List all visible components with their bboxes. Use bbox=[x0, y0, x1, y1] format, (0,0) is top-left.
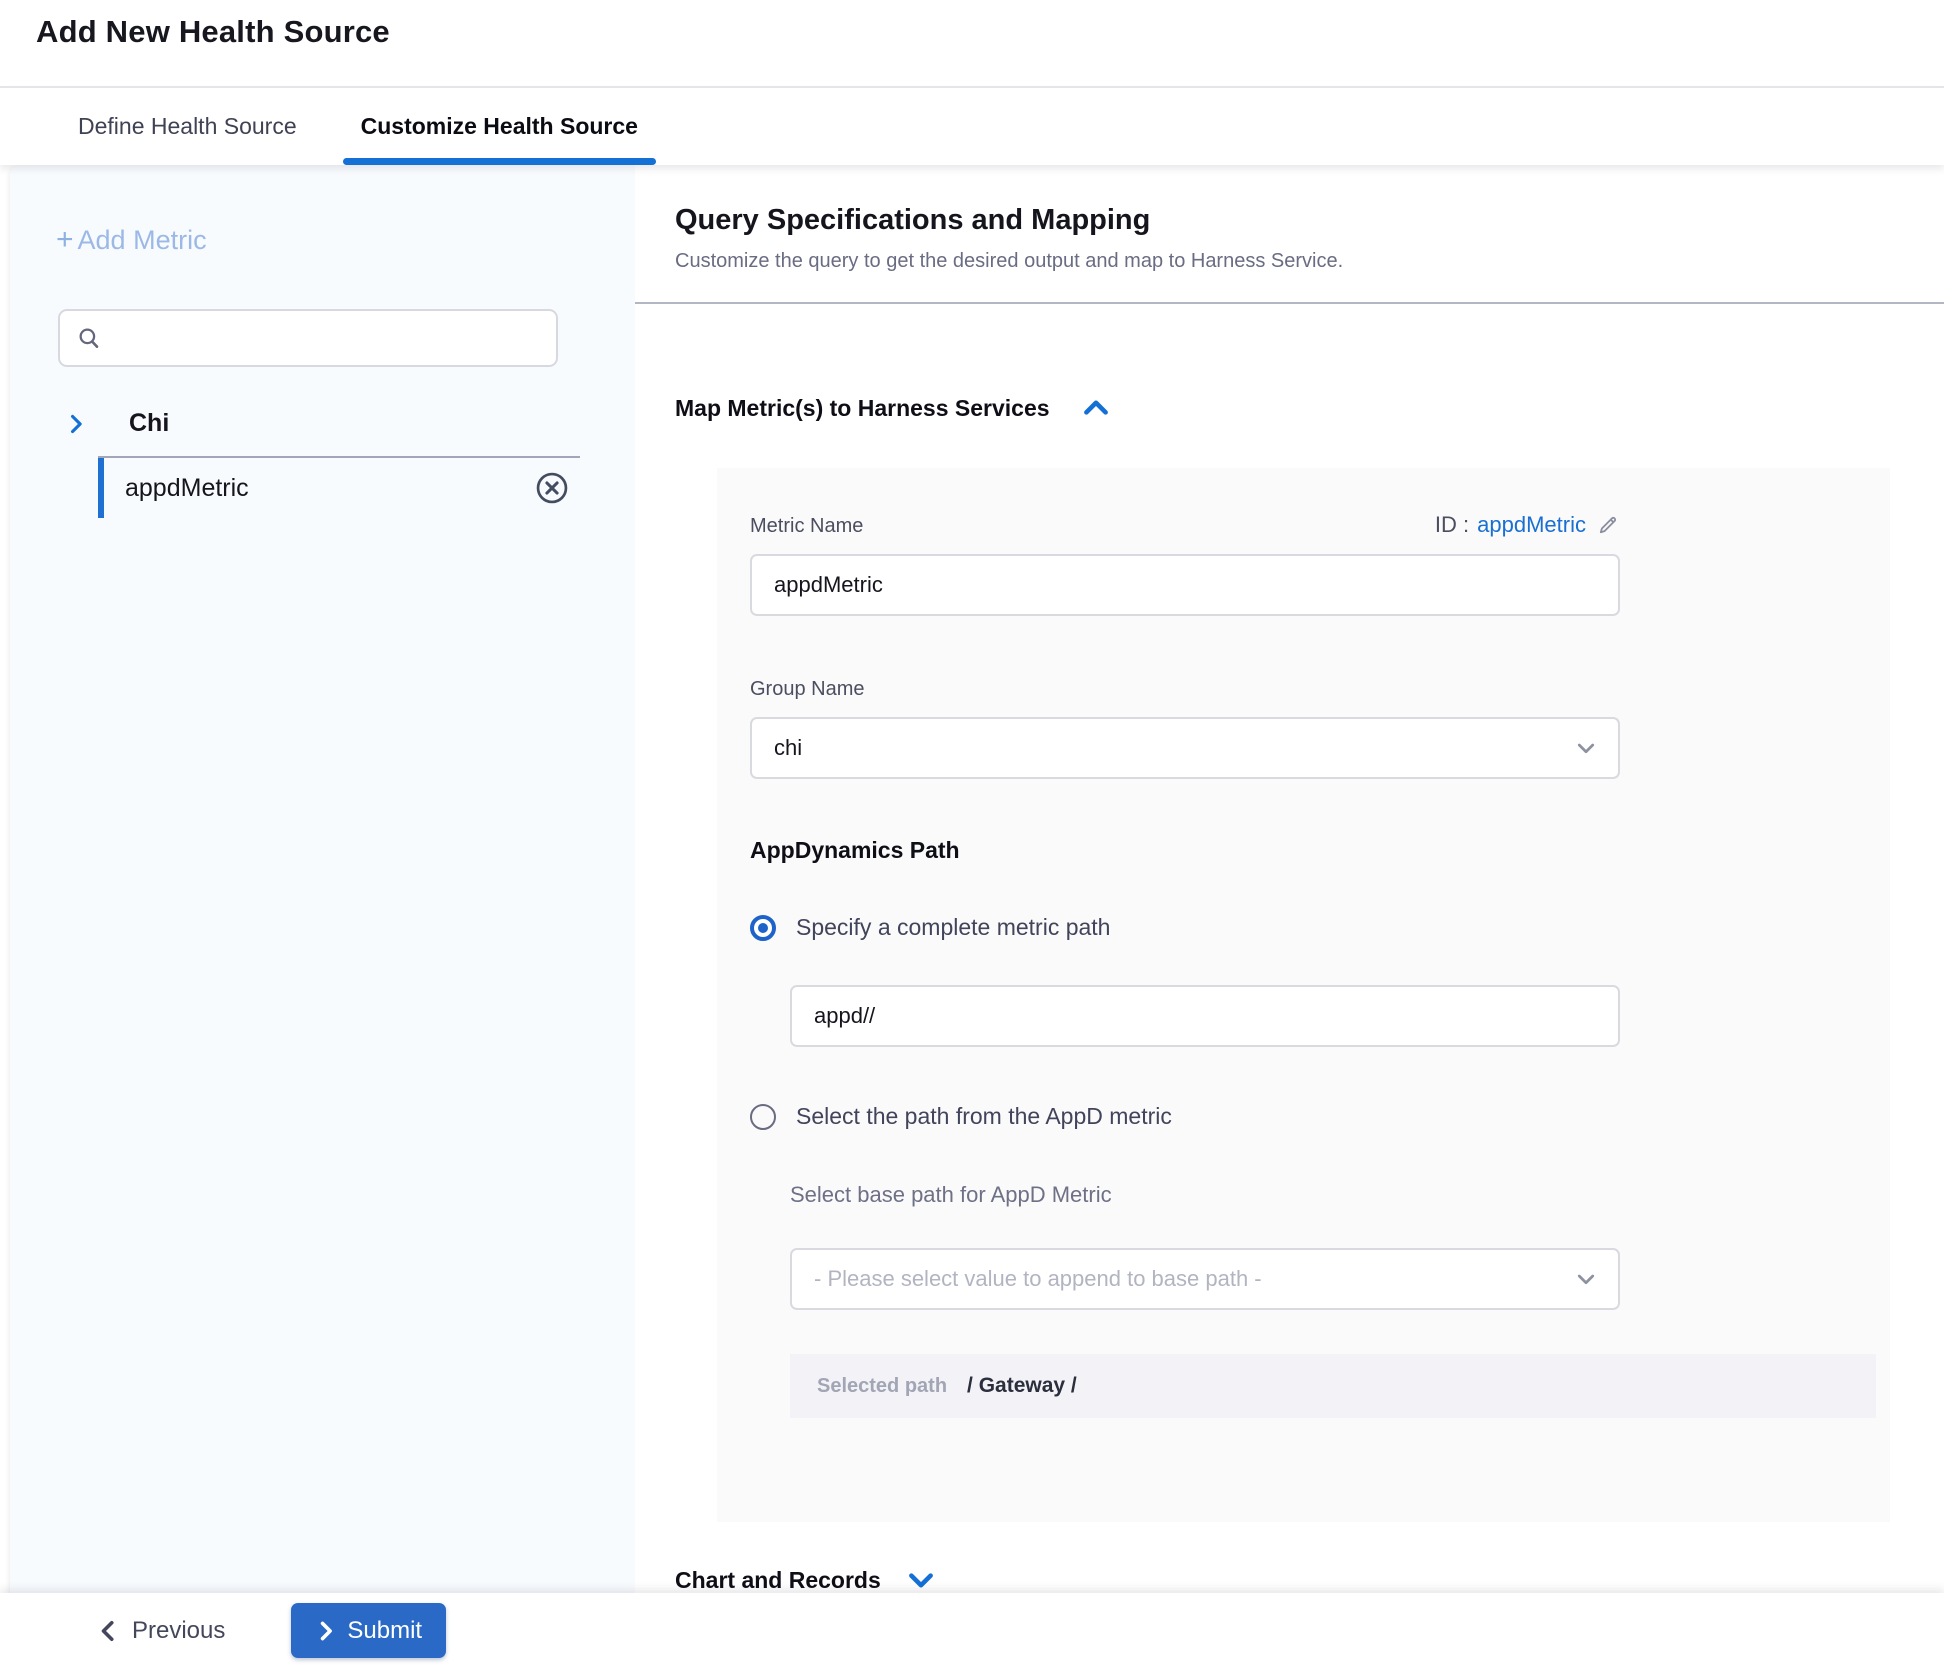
divider bbox=[635, 302, 1944, 304]
metric-search-box bbox=[58, 309, 558, 367]
selected-path-value: / Gateway / bbox=[967, 1374, 1077, 1398]
radio-complete-metric-path[interactable]: Specify a complete metric path bbox=[750, 914, 1890, 941]
group-name-select[interactable]: chi bbox=[750, 717, 1620, 779]
map-metrics-panel: Metric Name ID : appdMetric bbox=[717, 468, 1890, 1522]
submit-button[interactable]: Submit bbox=[291, 1603, 446, 1658]
radio-select-appd-path-label: Select the path from the AppD metric bbox=[796, 1103, 1172, 1130]
complete-metric-path-input[interactable] bbox=[790, 985, 1620, 1047]
metric-item-label: appdMetric bbox=[125, 474, 249, 503]
chevron-down-icon bbox=[1574, 736, 1598, 760]
dialog-body: + Add Metric Chi appdM bbox=[0, 165, 1944, 1593]
edit-pencil-icon[interactable] bbox=[1596, 513, 1620, 537]
dialog-footer: Previous Submit bbox=[0, 1593, 1944, 1668]
appdynamics-path-title: AppDynamics Path bbox=[750, 837, 1890, 864]
add-metric-label: Add Metric bbox=[78, 225, 207, 256]
tab-define-health-source[interactable]: Define Health Source bbox=[60, 88, 315, 165]
metric-name-input[interactable] bbox=[750, 554, 1620, 616]
metric-id-group: ID : appdMetric bbox=[1435, 512, 1620, 538]
metric-list-item-appdmetric[interactable]: appdMetric bbox=[98, 458, 580, 518]
radio-selected-icon[interactable] bbox=[750, 915, 776, 941]
base-path-placeholder: - Please select value to append to base … bbox=[814, 1266, 1574, 1292]
radio-complete-metric-path-label: Specify a complete metric path bbox=[796, 914, 1110, 941]
section-title: Query Specifications and Mapping bbox=[675, 204, 1944, 237]
chevron-up-icon bbox=[1082, 394, 1110, 422]
chart-records-section-title: Chart and Records bbox=[675, 1567, 881, 1594]
chart-records-section-toggle[interactable]: Chart and Records bbox=[675, 1566, 935, 1594]
section-subtitle: Customize the query to get the desired o… bbox=[675, 250, 1944, 273]
metric-name-row: Metric Name ID : appdMetric bbox=[750, 512, 1620, 538]
metric-group-chi[interactable]: Chi bbox=[65, 409, 635, 438]
remove-metric-icon[interactable] bbox=[534, 470, 570, 506]
metric-group-label: Chi bbox=[129, 409, 169, 438]
submit-button-label: Submit bbox=[347, 1617, 422, 1645]
chevron-left-icon bbox=[96, 1619, 120, 1643]
query-spec-main: Query Specifications and Mapping Customi… bbox=[635, 165, 1944, 1593]
map-metrics-section-title: Map Metric(s) to Harness Services bbox=[675, 395, 1050, 422]
search-icon bbox=[76, 325, 102, 351]
metric-id-value[interactable]: appdMetric bbox=[1477, 512, 1586, 538]
add-health-source-dialog: Add New Health Source Define Health Sour… bbox=[0, 0, 1944, 1668]
radio-select-appd-path[interactable]: Select the path from the AppD metric bbox=[750, 1103, 1890, 1130]
selected-path-bar: Selected path / Gateway / bbox=[790, 1354, 1876, 1418]
tab-bar: Define Health Source Customize Health So… bbox=[0, 88, 1944, 165]
previous-button[interactable]: Previous bbox=[96, 1617, 225, 1645]
metric-id-label: ID : bbox=[1435, 512, 1469, 538]
chevron-down-icon bbox=[1574, 1267, 1598, 1291]
radio-unselected-icon[interactable] bbox=[750, 1104, 776, 1130]
chevron-down-icon bbox=[907, 1566, 935, 1594]
dialog-header: Add New Health Source bbox=[0, 0, 1944, 88]
chevron-right-icon bbox=[65, 413, 87, 435]
base-path-select[interactable]: - Please select value to append to base … bbox=[790, 1248, 1620, 1310]
metric-search-input[interactable] bbox=[102, 311, 556, 365]
metric-name-label: Metric Name bbox=[750, 515, 863, 538]
selected-path-label: Selected path bbox=[817, 1375, 947, 1398]
group-name-label: Group Name bbox=[750, 678, 1890, 701]
metrics-sidebar: + Add Metric Chi appdM bbox=[10, 165, 635, 1593]
add-metric-button[interactable]: + Add Metric bbox=[56, 223, 207, 257]
previous-button-label: Previous bbox=[132, 1617, 225, 1645]
base-path-label: Select base path for AppD Metric bbox=[790, 1182, 1890, 1208]
map-metrics-section-toggle[interactable]: Map Metric(s) to Harness Services bbox=[675, 394, 1110, 422]
chevron-right-icon bbox=[315, 1620, 337, 1642]
group-name-value: chi bbox=[774, 735, 1574, 761]
tab-customize-health-source[interactable]: Customize Health Source bbox=[343, 88, 656, 165]
plus-icon: + bbox=[56, 223, 74, 257]
page-title: Add New Health Source bbox=[36, 14, 390, 50]
